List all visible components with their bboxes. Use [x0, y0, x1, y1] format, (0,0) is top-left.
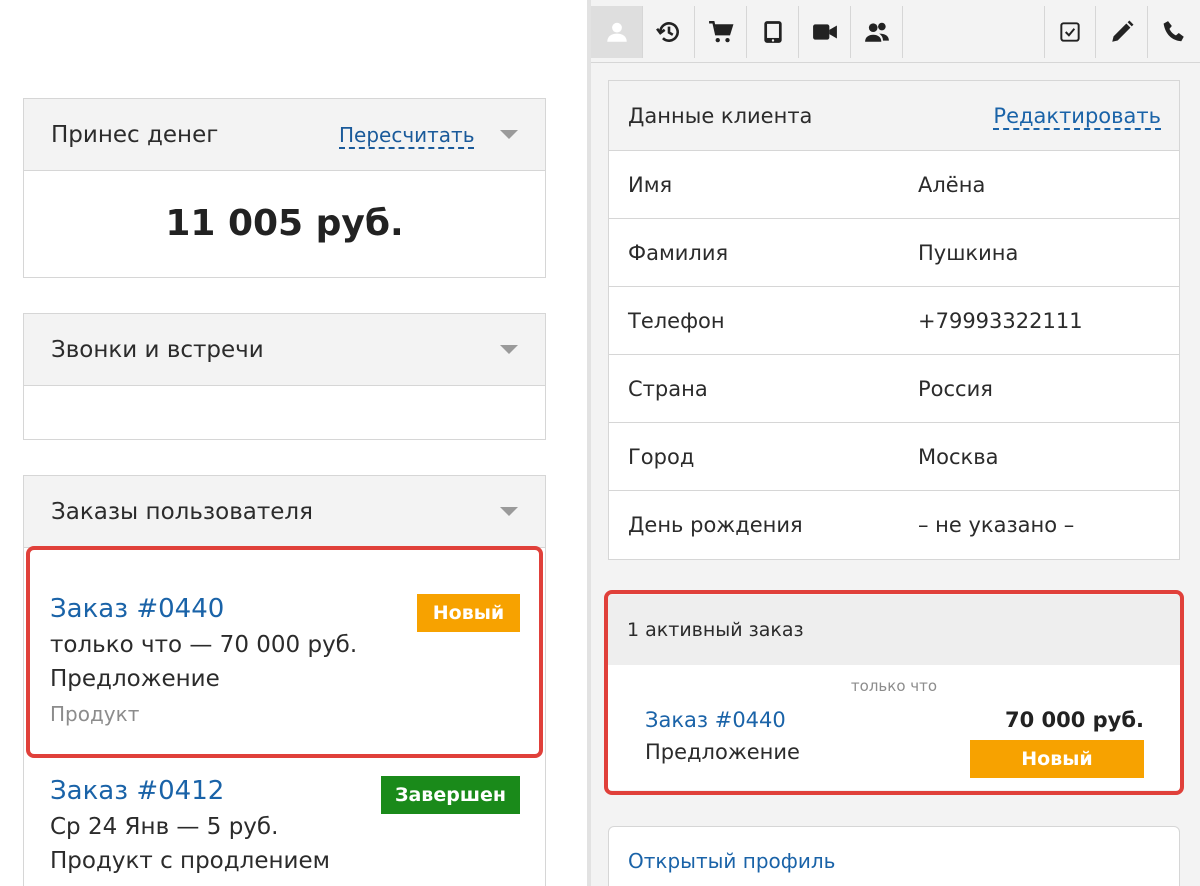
customer-row-first-name: Имя Алёна [609, 151, 1179, 219]
field-label: Страна [628, 377, 708, 401]
order-type: Продукт с продлением [50, 848, 330, 874]
tablet-icon [763, 21, 782, 43]
recalculate-link[interactable]: Пересчитать [339, 99, 475, 171]
field-value: – не указано – [918, 513, 1075, 537]
field-value: +79993322111 [918, 309, 1083, 333]
field-value: Москва [918, 445, 999, 469]
person-icon [606, 22, 627, 42]
tab-person[interactable] [591, 6, 643, 58]
field-value: Пушкина [918, 241, 1019, 265]
open-profile-link[interactable]: Открытый профиль [628, 849, 835, 873]
tab-bar [591, 0, 1200, 63]
customer-data-panel: Данные клиента Редактировать Имя Алёна Ф… [608, 80, 1180, 560]
phone-icon [1163, 21, 1184, 42]
left-column: Принес денег Пересчитать 11 005 руб. Зво… [0, 0, 570, 886]
orders-panel-title: Заказы пользователя [51, 499, 313, 525]
calls-panel: Звонки и встречи [23, 313, 546, 440]
field-value: Алёна [918, 173, 986, 197]
customer-data-header: Данные клиента Редактировать [609, 81, 1179, 151]
customer-row-last-name: Фамилия Пушкина [609, 219, 1179, 287]
order-list-item: Заказ #0412 Ср 24 Янв — 5 руб. Продукт с… [50, 776, 520, 874]
highlight-frame [604, 590, 1184, 795]
field-label: Телефон [628, 309, 725, 333]
tab-cart[interactable] [695, 6, 747, 58]
checkbox-icon [1060, 22, 1080, 42]
tab-tasks[interactable] [1044, 6, 1096, 58]
customer-row-birthday: День рождения – не указано – [609, 491, 1179, 559]
revenue-panel: Принес денег Пересчитать 11 005 руб. [23, 98, 546, 278]
chevron-down-icon[interactable] [500, 345, 518, 354]
field-value: Россия [918, 377, 993, 401]
edit-link[interactable]: Редактировать [993, 81, 1161, 151]
highlight-frame [26, 546, 543, 758]
revenue-panel-title: Принес денег [51, 122, 219, 148]
order-link[interactable]: Заказ #0412 [50, 776, 224, 806]
revenue-panel-header: Принес денег Пересчитать [24, 99, 545, 171]
calls-panel-title: Звонки и встречи [51, 337, 264, 363]
pencil-icon [1111, 20, 1133, 42]
open-profile-card: Открытый профиль [608, 826, 1180, 886]
tab-tablet[interactable] [747, 6, 799, 58]
field-label: Имя [628, 173, 673, 197]
customer-row-phone: Телефон +79993322111 [609, 287, 1179, 355]
status-badge-completed: Завершен [381, 776, 520, 814]
cart-icon [708, 21, 733, 43]
group-icon [864, 22, 889, 42]
video-icon [812, 24, 837, 40]
customer-row-city: Город Москва [609, 423, 1179, 491]
history-icon [655, 22, 679, 42]
field-label: День рождения [628, 513, 803, 537]
right-column: Данные клиента Редактировать Имя Алёна Ф… [591, 0, 1200, 886]
tab-group[interactable] [851, 6, 903, 58]
calls-panel-header: Звонки и встречи [24, 314, 545, 386]
tab-phone[interactable] [1148, 6, 1200, 58]
customer-data-title: Данные клиента [628, 104, 813, 128]
tab-video[interactable] [799, 6, 851, 58]
field-label: Фамилия [628, 241, 729, 265]
order-date-sum: Ср 24 Янв — 5 руб. [50, 814, 279, 840]
customer-row-country: Страна Россия [609, 355, 1179, 423]
field-label: Город [628, 445, 695, 469]
chevron-down-icon[interactable] [500, 507, 518, 516]
tab-edit[interactable] [1096, 6, 1148, 58]
chevron-down-icon[interactable] [500, 130, 518, 139]
orders-panel-header: Заказы пользователя [24, 476, 545, 548]
revenue-amount: 11 005 руб. [165, 203, 404, 244]
tab-history[interactable] [643, 6, 695, 58]
